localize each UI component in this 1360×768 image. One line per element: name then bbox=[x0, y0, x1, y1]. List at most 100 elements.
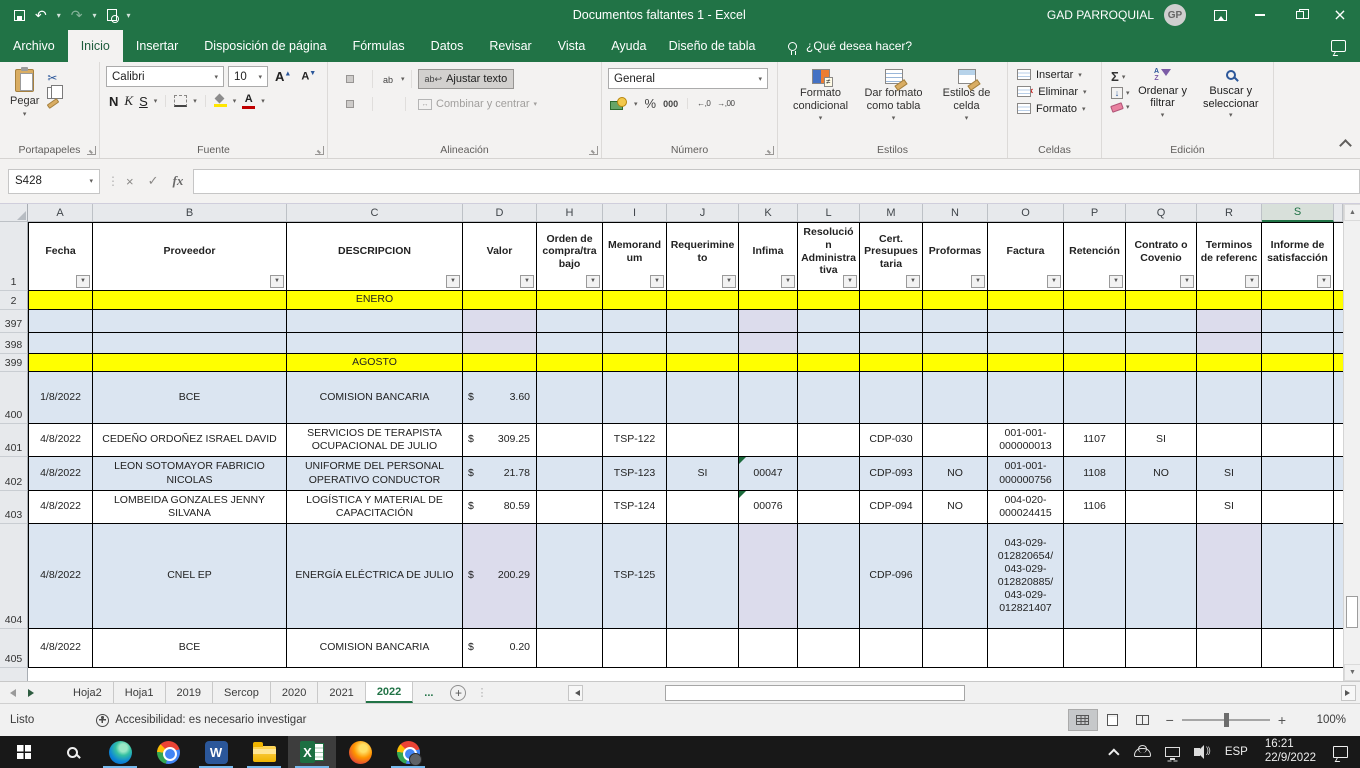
redo-icon[interactable]: ↷ bbox=[71, 8, 83, 22]
cell-R398[interactable] bbox=[1197, 333, 1262, 354]
fill-button[interactable]: ↓▾ bbox=[1108, 86, 1133, 100]
cell-I2[interactable] bbox=[603, 291, 667, 310]
cell-partial-404[interactable] bbox=[1334, 524, 1343, 629]
sheet-tab-2020[interactable]: 2020 bbox=[271, 682, 318, 703]
cell-H399[interactable] bbox=[537, 354, 603, 372]
column-header-D[interactable]: D bbox=[463, 204, 537, 222]
cell-S399[interactable] bbox=[1262, 354, 1334, 372]
cell-I398[interactable] bbox=[603, 333, 667, 354]
view-page-break-button[interactable] bbox=[1128, 709, 1158, 731]
cell-B398[interactable] bbox=[93, 333, 287, 354]
cell-A401[interactable]: 4/8/2022 bbox=[28, 424, 93, 457]
row-number-397[interactable]: 397 bbox=[0, 310, 28, 333]
cell-I401[interactable]: TSP-122 bbox=[603, 424, 667, 457]
cell-S401[interactable] bbox=[1262, 424, 1334, 457]
filter-button-M[interactable]: ▼ bbox=[906, 275, 920, 288]
align-center-icon[interactable] bbox=[346, 100, 354, 108]
cell-I404[interactable]: TSP-125 bbox=[603, 524, 667, 629]
tab-formulas[interactable]: Fórmulas bbox=[340, 30, 418, 62]
view-normal-button[interactable] bbox=[1068, 709, 1098, 731]
align-top-icon[interactable] bbox=[334, 75, 342, 83]
new-sheet-button[interactable]: + bbox=[450, 685, 466, 701]
cell-B400[interactable]: BCE bbox=[93, 372, 287, 424]
orientation-icon[interactable]: ab bbox=[379, 68, 397, 90]
cell-R401[interactable] bbox=[1197, 424, 1262, 457]
cell-P405[interactable] bbox=[1064, 629, 1126, 668]
accessibility-status[interactable]: Accesibilidad: es necesario investigar bbox=[96, 714, 306, 727]
taskbar-excel[interactable]: X bbox=[288, 736, 336, 768]
cell-S400[interactable] bbox=[1262, 372, 1334, 424]
row-number-405[interactable]: 405 bbox=[0, 629, 28, 668]
cell-R403[interactable]: SI bbox=[1197, 491, 1262, 524]
cell-partial-400[interactable] bbox=[1334, 372, 1343, 424]
column-header-O[interactable]: O bbox=[988, 204, 1064, 222]
cell-B397[interactable] bbox=[93, 310, 287, 333]
close-button[interactable]: × bbox=[1320, 0, 1360, 30]
align-right-icon[interactable] bbox=[358, 100, 366, 108]
insert-cells-button[interactable]: Insertar▾ bbox=[1014, 66, 1097, 83]
cell-N403[interactable]: NO bbox=[923, 491, 988, 524]
cell-I400[interactable] bbox=[603, 372, 667, 424]
taskbar-search-button[interactable] bbox=[48, 736, 96, 768]
cell-L404[interactable] bbox=[798, 524, 860, 629]
sort-filter-button[interactable]: AZ Ordenar y filtrar ▾ bbox=[1133, 66, 1193, 142]
taskbar-chrome-2[interactable] bbox=[384, 736, 432, 768]
cell-O402[interactable]: 001-001-000000756 bbox=[988, 457, 1064, 491]
cell-M400[interactable] bbox=[860, 372, 923, 424]
taskbar-chrome[interactable] bbox=[144, 736, 192, 768]
customize-qat-icon[interactable]: ▾ bbox=[127, 11, 131, 20]
cell-partial-402[interactable] bbox=[1334, 457, 1343, 491]
accounting-dropdown-icon[interactable]: ▾ bbox=[634, 100, 638, 108]
cell-H403[interactable] bbox=[537, 491, 603, 524]
comma-style-icon[interactable]: 000 bbox=[663, 99, 678, 109]
cell-M401[interactable]: CDP-030 bbox=[860, 424, 923, 457]
cell-C399[interactable]: AGOSTO bbox=[287, 354, 463, 372]
column-header-H[interactable]: H bbox=[537, 204, 603, 222]
increase-font-icon[interactable]: A▲ bbox=[272, 69, 294, 84]
view-page-layout-button[interactable] bbox=[1098, 709, 1128, 731]
cell-A398[interactable] bbox=[28, 333, 93, 354]
zoom-in-icon[interactable]: + bbox=[1270, 712, 1294, 728]
decrease-decimal-icon[interactable]: →,00 bbox=[717, 99, 734, 108]
cell-B2[interactable] bbox=[93, 291, 287, 310]
number-dialog-launcher[interactable] bbox=[765, 146, 774, 155]
filter-button-D[interactable]: ▼ bbox=[520, 275, 534, 288]
cell-C401[interactable]: SERVICIOS DE TERAPISTA OCUPACIONAL DE JU… bbox=[287, 424, 463, 457]
cell-K397[interactable] bbox=[739, 310, 798, 333]
cell-J2[interactable] bbox=[667, 291, 739, 310]
zoom-out-icon[interactable]: − bbox=[1158, 712, 1182, 728]
cell-Q402[interactable]: NO bbox=[1126, 457, 1197, 491]
cell-R400[interactable] bbox=[1197, 372, 1262, 424]
cell-R2[interactable] bbox=[1197, 291, 1262, 310]
formula-input[interactable] bbox=[193, 169, 1360, 194]
cell-C400[interactable]: COMISION BANCARIA bbox=[287, 372, 463, 424]
confirm-entry-icon[interactable]: ✓ bbox=[148, 173, 159, 189]
merge-center-button[interactable]: ↔Combinar y centrar▾ bbox=[412, 95, 543, 113]
cell-O404[interactable]: 043-029-012820654/ 043-029-012820885/ 04… bbox=[988, 524, 1064, 629]
cell-O401[interactable]: 001-001-000000013 bbox=[988, 424, 1064, 457]
row-number-403[interactable]: 403 bbox=[0, 491, 28, 524]
cell-S402[interactable] bbox=[1262, 457, 1334, 491]
row-number-400[interactable]: 400 bbox=[0, 372, 28, 424]
cell-R405[interactable] bbox=[1197, 629, 1262, 668]
cell-K401[interactable] bbox=[739, 424, 798, 457]
cell-A403[interactable]: 4/8/2022 bbox=[28, 491, 93, 524]
cell-L402[interactable] bbox=[798, 457, 860, 491]
tab-diseno-de-tabla[interactable]: Diseño de tabla bbox=[646, 30, 778, 62]
cell-B405[interactable]: BCE bbox=[93, 629, 287, 668]
taskbar-edge[interactable] bbox=[96, 736, 144, 768]
column-header-partial[interactable] bbox=[1334, 204, 1343, 222]
filter-button-A[interactable]: ▼ bbox=[76, 275, 90, 288]
cell-L2[interactable] bbox=[798, 291, 860, 310]
cell-D400[interactable]: $3.60 bbox=[463, 372, 537, 424]
row-number-401[interactable]: 401 bbox=[0, 424, 28, 457]
start-button[interactable] bbox=[0, 736, 48, 768]
row-number-399[interactable]: 399 bbox=[0, 354, 28, 372]
cell-H402[interactable] bbox=[537, 457, 603, 491]
cell-N397[interactable] bbox=[923, 310, 988, 333]
cell-L401[interactable] bbox=[798, 424, 860, 457]
cell-K398[interactable] bbox=[739, 333, 798, 354]
fill-color-button[interactable] bbox=[214, 95, 227, 107]
name-box[interactable]: S428▾ bbox=[8, 169, 100, 194]
filter-button-L[interactable]: ▼ bbox=[843, 275, 857, 288]
